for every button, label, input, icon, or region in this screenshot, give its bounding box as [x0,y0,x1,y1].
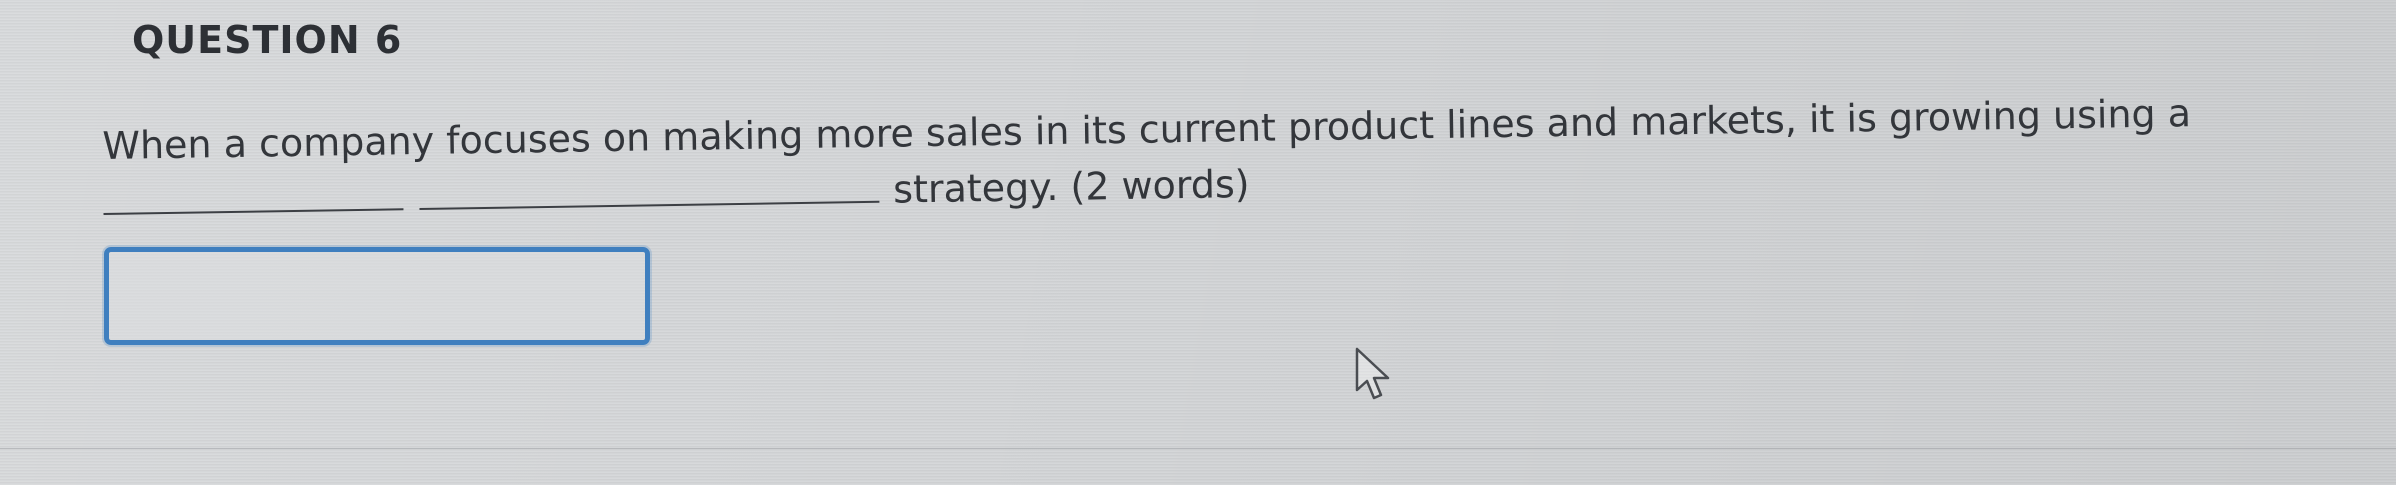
answer-input[interactable] [104,247,650,345]
mouse-pointer-icon [1355,347,1390,400]
question-text: When a company focuses on making more sa… [102,83,2303,230]
question-block: QUESTION 6 When a company focuses on mak… [0,0,2396,485]
question-text-line-2: strategy. (2 words) [892,161,1250,212]
question-number: QUESTION 6 [132,18,403,62]
question-text-line-1: When a company focuses on making more sa… [102,91,2192,168]
blank-line-2 [418,170,880,211]
blank-line-1 [103,178,404,215]
footer-divider [0,448,2396,449]
